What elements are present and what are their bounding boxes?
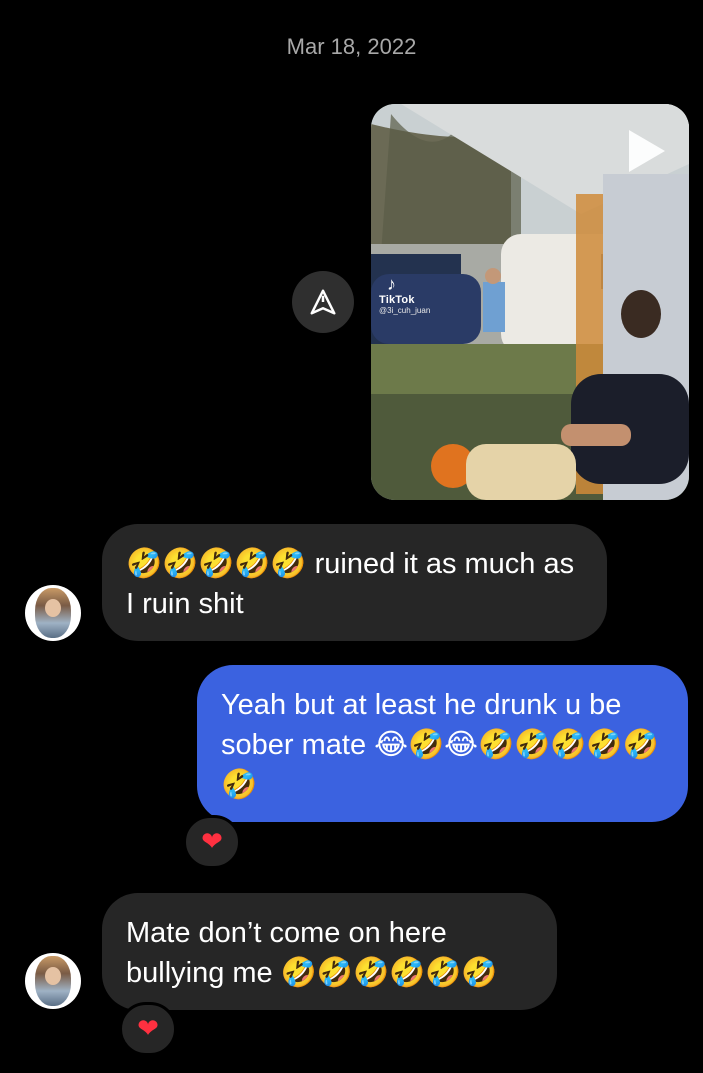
message-text-line1: Yeah but at least he drunk u be [221, 689, 622, 721]
reaction-badge[interactable]: ❤ [183, 815, 241, 869]
reaction-badge[interactable]: ❤ [119, 1002, 177, 1056]
emoji-suffix: 🤣🤣🤣🤣🤣🤣 [280, 957, 498, 989]
play-icon[interactable] [629, 130, 665, 172]
tiktok-handle: @3i_cuh_juan [379, 306, 431, 315]
tiktok-note-icon: ♪ [387, 274, 396, 294]
message-bubble-incoming[interactable]: 🤣🤣🤣🤣🤣 ruined it as much as I ruin shit [102, 524, 607, 641]
emoji-prefix: 🤣🤣🤣🤣🤣 [126, 548, 307, 580]
thread-date: Mar 18, 2022 [286, 34, 417, 59]
sender-avatar[interactable] [25, 953, 81, 1009]
shared-video[interactable]: TikTok @3i_cuh_juan ♪ [371, 104, 689, 500]
heart-icon: ❤ [201, 827, 223, 857]
message-text-line1: Mate don’t come on here [126, 917, 447, 949]
send-icon [310, 289, 336, 315]
share-button[interactable] [292, 271, 354, 333]
message-bubble-outgoing[interactable]: Yeah but at least he drunk u be sober ma… [197, 665, 688, 822]
message-text-line2: bullying me [126, 957, 273, 989]
message-text-line2: sober mate [221, 729, 367, 761]
tiktok-brand: TikTok [379, 294, 415, 306]
message-bubble-incoming[interactable]: Mate don’t come on here bullying me 🤣🤣🤣🤣… [102, 893, 557, 1010]
sender-avatar[interactable] [25, 585, 81, 641]
heart-icon: ❤ [137, 1014, 159, 1044]
